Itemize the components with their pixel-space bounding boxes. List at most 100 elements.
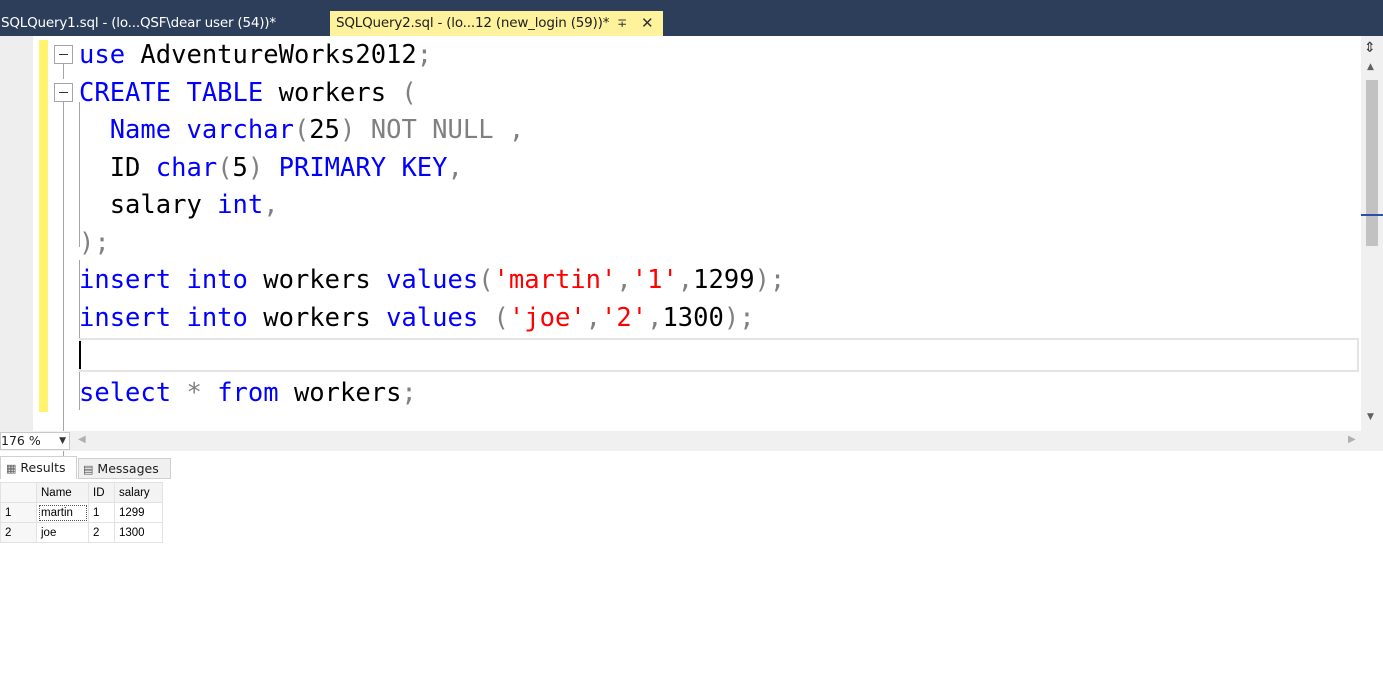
tab-results-label: Results [20, 460, 66, 475]
code-token: , [263, 190, 279, 220]
scroll-down-icon[interactable]: ▼ [1367, 412, 1374, 422]
code-token: , [677, 265, 694, 295]
code-line[interactable]: CREATE TABLE workers ( [79, 74, 417, 112]
code-token: ; [401, 377, 417, 408]
editor-vertical-scrollbar[interactable]: ⇕ ▲ ▼ [1361, 36, 1383, 431]
results-tab-strip: ▦ Results ▤ Messages [0, 456, 1383, 480]
code-token: workers [278, 77, 402, 108]
code-token: 5 [232, 152, 248, 183]
code-token: insert [79, 265, 187, 295]
code-token: insert [79, 302, 187, 333]
split-icon[interactable]: ⇕ [1364, 40, 1376, 56]
text-caret [79, 341, 81, 369]
caret-position-marker [1361, 214, 1383, 216]
collapse-icon[interactable] [54, 45, 73, 64]
code-token: select [79, 377, 187, 408]
fold-guide [63, 102, 64, 476]
code-token: 1299 [693, 265, 755, 295]
column-header-name[interactable]: Name [36, 482, 89, 503]
code-token: '1' [631, 265, 678, 295]
column-header-id[interactable]: ID [88, 482, 115, 503]
code-token: values [386, 302, 494, 333]
grid-cell[interactable]: 1 [88, 502, 115, 523]
code-token: into [186, 302, 264, 333]
current-line-highlight [79, 338, 1359, 372]
code-token: , [585, 302, 602, 333]
row-number[interactable]: 1 [0, 502, 37, 523]
grid-cell[interactable]: joe [36, 522, 89, 543]
code-token: ( [401, 77, 417, 108]
tab-messages[interactable]: ▤ Messages [78, 458, 171, 479]
column-header-salary[interactable]: salary [114, 482, 163, 503]
code-token: ( [478, 265, 494, 295]
code-token: char [155, 152, 218, 183]
scroll-thumb[interactable] [1366, 80, 1378, 246]
code-token: ) [247, 152, 279, 183]
query-editor[interactable]: use AdventureWorks2012; CREATE TABLE work… [0, 36, 1361, 476]
code-token: workers [263, 265, 387, 295]
document-tab-strip: SQLQuery1.sql - (lo...QSF\dear user (54)… [0, 0, 1383, 36]
grid-cell[interactable]: 1299 [114, 502, 163, 523]
code-line[interactable]: insert into workers values ('joe','2',13… [79, 299, 755, 337]
fold-guide [63, 64, 64, 79]
code-token: values [386, 265, 479, 295]
code-token: ( [217, 152, 233, 183]
code-token: CREATE [79, 77, 187, 108]
code-token: salary [79, 190, 218, 220]
code-token: AdventureWorks2012 [140, 40, 417, 70]
code-token: ) [340, 115, 371, 145]
code-token: workers [263, 302, 387, 333]
grid-cell[interactable]: 2 [88, 522, 115, 543]
code-line[interactable]: salary int, [79, 186, 279, 224]
code-token: 1300 [662, 302, 724, 333]
scroll-left-icon[interactable]: ◀ [78, 434, 86, 445]
code-token: Name [79, 115, 187, 145]
code-token: , [447, 152, 463, 183]
collapse-icon[interactable] [54, 83, 73, 102]
code-token: 25 [309, 115, 341, 145]
code-token: ); [79, 227, 110, 258]
code-token: use [79, 40, 141, 70]
code-line[interactable]: use AdventureWorks2012; [79, 36, 432, 74]
zoom-value: 176 % [1, 433, 41, 448]
change-tracking-bar [39, 40, 48, 412]
tab-sqlquery1[interactable]: SQLQuery1.sql - (lo...QSF\dear user (54)… [0, 11, 325, 36]
row-number-header[interactable] [0, 482, 37, 503]
scroll-up-icon[interactable]: ▲ [1367, 62, 1374, 72]
code-token: varchar [186, 115, 294, 145]
zoom-select[interactable]: 176 % ▼ [0, 432, 70, 450]
code-token: * [186, 377, 218, 408]
pin-icon[interactable]: ∓ [617, 11, 627, 36]
close-icon[interactable]: ✕ [641, 11, 654, 36]
tab-results[interactable]: ▦ Results [0, 456, 77, 479]
code-token: from [217, 377, 294, 408]
code-token: ); [723, 302, 755, 333]
grid-cell[interactable]: martin [36, 502, 89, 523]
tab-messages-label: Messages [97, 461, 159, 476]
grid-cell[interactable]: 1300 [114, 522, 163, 543]
tab-sqlquery2[interactable]: SQLQuery2.sql - (lo...12 (new_login (59)… [330, 11, 663, 36]
code-line[interactable]: Name varchar(25) NOT NULL , [79, 111, 525, 149]
code-token: int [217, 190, 264, 220]
scroll-right-icon[interactable]: ▶ [1348, 434, 1356, 445]
messages-icon: ▤ [83, 463, 94, 476]
grid-icon: ▦ [6, 462, 17, 475]
code-token: ID [79, 152, 156, 183]
editor-horizontal-scrollbar[interactable]: 176 % ▼ ◀ ▶ [0, 431, 1383, 451]
code-token: ( [293, 115, 310, 145]
tab-sqlquery2-label: SQLQuery2.sql - (lo...12 (new_login (59)… [336, 15, 610, 31]
chevron-down-icon: ▼ [59, 436, 66, 446]
code-token: into [186, 265, 264, 295]
code-line[interactable]: ); [79, 224, 110, 262]
code-token: workers [293, 377, 402, 408]
code-line[interactable]: select * from workers; [79, 374, 417, 412]
code-token: , [616, 265, 632, 295]
code-token: NOT NULL , [370, 115, 525, 145]
table-row[interactable]: 2 joe 2 1300 [0, 522, 163, 543]
results-grid[interactable]: Name ID salary 1 martin 1 1299 2 joe 2 1… [0, 482, 163, 543]
code-line[interactable]: ID char(5) PRIMARY KEY, [79, 149, 463, 187]
row-number[interactable]: 2 [0, 522, 37, 543]
grid-header-row: Name ID salary [0, 482, 163, 503]
table-row[interactable]: 1 martin 1 1299 [0, 502, 163, 523]
code-line[interactable]: insert into workers values('martin','1',… [79, 261, 785, 299]
